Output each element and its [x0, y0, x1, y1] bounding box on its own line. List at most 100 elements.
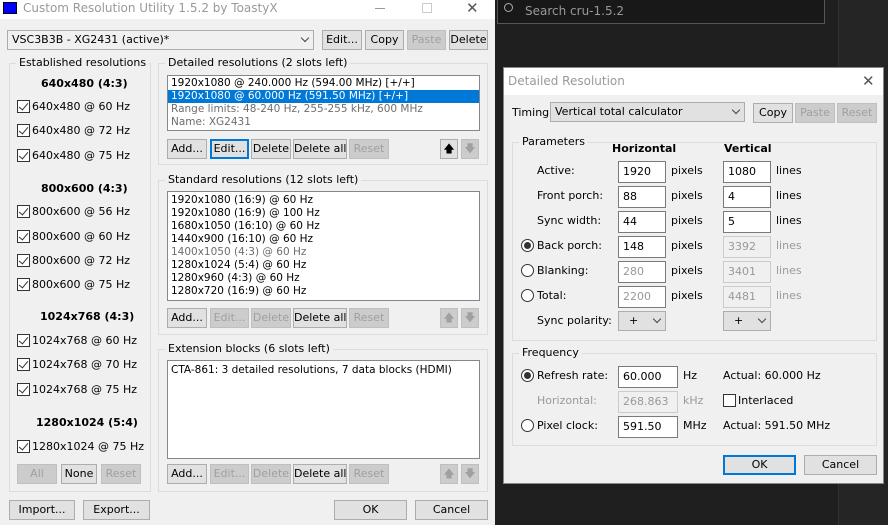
- checkbox[interactable]: [17, 383, 30, 396]
- front-porch-v-input[interactable]: 4: [723, 186, 771, 208]
- horizontal-freq-input[interactable]: 268.863: [618, 391, 678, 413]
- search-box[interactable]: Search cru-1.5.2: [497, 0, 825, 24]
- app-icon: [3, 2, 17, 14]
- list-item[interactable]: 1680x1050 (16:10) @ 60 Hz: [168, 220, 479, 233]
- active-h-input[interactable]: 1920: [618, 161, 666, 183]
- edit-detailed-button[interactable]: Edit...: [210, 139, 249, 159]
- timing-select[interactable]: Vertical total calculator: [550, 102, 745, 122]
- reset-standard-button[interactable]: Reset: [349, 308, 389, 328]
- move-down-button[interactable]: 🡇: [461, 139, 479, 159]
- add-detailed-button[interactable]: Add...: [167, 139, 207, 159]
- delete-detailed-button[interactable]: Delete: [251, 139, 291, 159]
- checkbox[interactable]: [17, 440, 30, 453]
- h-polarity-select[interactable]: +: [618, 311, 666, 331]
- interlaced-checkbox[interactable]: [723, 394, 736, 407]
- list-item[interactable]: 1280x1024 (5:4) @ 60 Hz: [168, 259, 479, 272]
- delete-all-extension-button[interactable]: Delete all: [293, 464, 347, 484]
- sync-width-h-input[interactable]: 44: [618, 211, 666, 233]
- front-porch-h-input[interactable]: 88: [618, 186, 666, 208]
- reset-extension-button[interactable]: Reset: [349, 464, 389, 484]
- minimize-button[interactable]: [375, 8, 385, 9]
- ok-button[interactable]: OK: [334, 500, 407, 520]
- export-button[interactable]: Export...: [83, 500, 150, 520]
- active-v-input[interactable]: 1080: [723, 161, 771, 183]
- reset-established-button[interactable]: Reset: [101, 464, 141, 484]
- horizontal-freq-label: Horizontal:: [537, 394, 597, 407]
- extension-blocks-list[interactable]: CTA-861: 3 detailed resolutions, 7 data …: [167, 360, 480, 459]
- blanking-radio[interactable]: [521, 264, 534, 277]
- edit-monitor-button[interactable]: Edit...: [322, 30, 362, 50]
- all-button[interactable]: All: [17, 464, 57, 484]
- edit-extension-button[interactable]: Edit...: [210, 464, 249, 484]
- standard-resolutions-list[interactable]: 1920x1080 (16:9) @ 60 Hz 1920x1080 (16:9…: [167, 191, 480, 301]
- edit-standard-button[interactable]: Edit...: [210, 308, 249, 328]
- dialog-cancel-button[interactable]: Cancel: [804, 455, 877, 475]
- list-item[interactable]: Range limits: 48-240 Hz, 255-255 kHz, 60…: [168, 103, 479, 116]
- list-item[interactable]: 1920x1080 (16:9) @ 60 Hz: [168, 194, 479, 207]
- unit-label: lines: [776, 289, 802, 302]
- move-down-button[interactable]: 🡇: [461, 464, 479, 484]
- blanking-v-input[interactable]: 3401: [723, 261, 771, 283]
- cancel-button[interactable]: Cancel: [415, 500, 488, 520]
- total-v-input[interactable]: 4481: [723, 286, 771, 308]
- close-button[interactable]: ✕: [466, 0, 479, 17]
- arrow-down-icon: 🡇: [464, 311, 476, 324]
- checkbox[interactable]: [17, 278, 30, 291]
- list-item[interactable]: 1920x1080 (16:9) @ 100 Hz: [168, 207, 479, 220]
- detailed-resolutions-list[interactable]: 1920x1080 @ 240.000 Hz (594.00 MHz) [+/+…: [167, 75, 480, 131]
- checkbox[interactable]: [17, 149, 30, 162]
- copy-button[interactable]: Copy: [365, 30, 404, 50]
- paste-button[interactable]: Paste: [407, 30, 446, 50]
- move-up-button[interactable]: 🡅: [440, 139, 458, 159]
- checkbox[interactable]: [17, 205, 30, 218]
- back-porch-h-input[interactable]: 148: [618, 236, 666, 258]
- add-extension-button[interactable]: Add...: [167, 464, 207, 484]
- checkbox[interactable]: [17, 358, 30, 371]
- blanking-h-input[interactable]: 280: [618, 261, 666, 283]
- maximize-button[interactable]: [422, 3, 432, 13]
- checkbox[interactable]: [17, 124, 30, 137]
- dialog-reset-button[interactable]: Reset: [837, 103, 877, 123]
- list-item[interactable]: 1280x960 (4:3) @ 60 Hz: [168, 272, 479, 285]
- none-button[interactable]: None: [61, 464, 97, 484]
- list-item[interactable]: 1440x900 (16:10) @ 60 Hz: [168, 233, 479, 246]
- delete-all-standard-button[interactable]: Delete all: [293, 308, 347, 328]
- move-up-button[interactable]: 🡅: [440, 464, 458, 484]
- refresh-rate-radio[interactable]: [521, 369, 534, 382]
- delete-extension-button[interactable]: Delete: [251, 464, 291, 484]
- checkbox[interactable]: [17, 254, 30, 267]
- dialog-ok-button[interactable]: OK: [723, 455, 796, 475]
- delete-monitor-button[interactable]: Delete: [449, 30, 488, 50]
- move-down-button[interactable]: 🡇: [461, 308, 479, 328]
- delete-standard-button[interactable]: Delete: [251, 308, 291, 328]
- move-up-button[interactable]: 🡅: [440, 308, 458, 328]
- back-porch-radio[interactable]: [521, 239, 534, 252]
- dialog-close-button[interactable]: ✕: [862, 72, 875, 90]
- sync-width-v-input[interactable]: 5: [723, 211, 771, 233]
- delete-all-detailed-button[interactable]: Delete all: [293, 139, 347, 159]
- list-item[interactable]: Name: XG2431: [168, 116, 479, 129]
- reset-detailed-button[interactable]: Reset: [349, 139, 389, 159]
- list-item[interactable]: 1920x1080 @ 240.000 Hz (594.00 MHz) [+/+…: [168, 77, 479, 90]
- checkbox[interactable]: [17, 100, 30, 113]
- checkbox-label: 640x480 @ 75 Hz: [32, 149, 131, 162]
- total-radio[interactable]: [521, 289, 534, 302]
- monitor-select[interactable]: VSC3B3B - XG2431 (active)*: [7, 30, 314, 50]
- list-item[interactable]: 1280x720 (16:9) @ 60 Hz: [168, 285, 479, 298]
- checkbox[interactable]: [17, 334, 30, 347]
- list-item[interactable]: CTA-861: 3 detailed resolutions, 7 data …: [168, 364, 479, 377]
- total-h-input[interactable]: 2200: [618, 286, 666, 308]
- pixel-clock-input[interactable]: 591.50: [618, 416, 678, 438]
- list-item-selected[interactable]: 1920x1080 @ 60.000 Hz (591.50 MHz) [+/+]: [168, 90, 479, 103]
- back-porch-v-input[interactable]: 3392: [723, 236, 771, 258]
- list-item[interactable]: 1400x1050 (4:3) @ 60 Hz: [168, 246, 479, 259]
- vertical-header: Vertical: [724, 142, 772, 155]
- import-button[interactable]: Import...: [9, 500, 75, 520]
- checkbox[interactable]: [17, 230, 30, 243]
- refresh-rate-input[interactable]: 60.000: [618, 366, 678, 388]
- dialog-paste-button[interactable]: Paste: [795, 103, 835, 123]
- pixel-clock-radio[interactable]: [521, 419, 534, 432]
- v-polarity-select[interactable]: +: [723, 311, 771, 331]
- dialog-copy-button[interactable]: Copy: [753, 103, 793, 123]
- add-standard-button[interactable]: Add...: [167, 308, 207, 328]
